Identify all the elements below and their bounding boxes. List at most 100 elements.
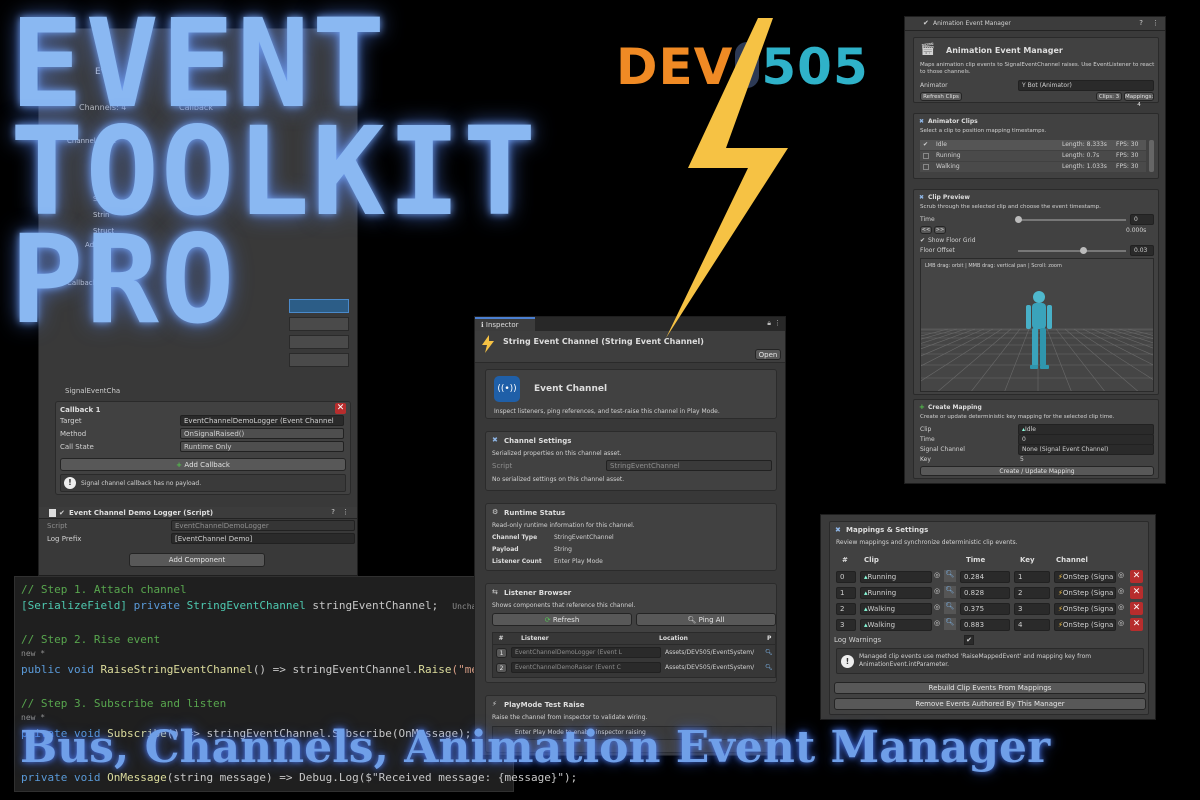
open-button[interactable]: Open — [755, 349, 781, 360]
slider-knob[interactable] — [1079, 247, 1087, 254]
ping-icon[interactable]: 🔍︎ — [765, 649, 773, 656]
clip-field[interactable]: ▴Walking — [860, 603, 932, 615]
listener-browser-section: ⇆ Listener Browser Shows components that… — [485, 583, 777, 683]
key-field[interactable]: 4 — [1014, 619, 1050, 631]
time-field[interactable]: 0.883 — [960, 619, 1010, 631]
code-line: public void RaiseStringEventChannel() =>… — [21, 663, 531, 676]
time-field[interactable]: 0.828 — [960, 587, 1010, 599]
clip-row[interactable]: ✔ Idle Length: 8.333s FPS: 30 — [920, 140, 1146, 150]
search-icon[interactable]: 🔍︎ — [944, 586, 956, 598]
target-icon[interactable]: ◎ — [1118, 587, 1124, 595]
table-row[interactable]: 2 EventChannelDemoRaiser (Event C Assets… — [493, 660, 775, 675]
playmode-desc: Raise the channel from inspector to vali… — [492, 714, 648, 721]
checkbox[interactable]: ✔ — [923, 140, 928, 150]
search-icon[interactable]: 🔍︎ — [944, 570, 956, 582]
clip-field[interactable]: ▴Walking — [860, 619, 932, 631]
enabled-checkbox[interactable]: ✔ — [59, 509, 65, 517]
clip-length: Length: 8.333s — [1062, 141, 1107, 148]
clapper-icon: 🎬︎ — [920, 42, 936, 56]
remove-events-button[interactable]: Remove Events Authored By This Manager — [834, 698, 1146, 710]
ping-all-button[interactable]: 🔍︎ Ping All — [636, 613, 776, 626]
clip-field[interactable]: ▴Running — [860, 587, 932, 599]
prev-button[interactable]: << — [920, 226, 932, 234]
search-icon[interactable]: 🔍︎ — [944, 602, 956, 614]
delete-mapping-button[interactable]: ✕ — [1130, 570, 1143, 583]
ping-icon[interactable]: 🔍︎ — [765, 664, 773, 671]
delete-callback-button[interactable]: ✕ — [335, 403, 346, 414]
more-icon[interactable]: ⋮ — [1152, 19, 1159, 27]
channel-field[interactable]: ⚡OnStep (Signa — [1054, 619, 1116, 631]
delete-mapping-button[interactable]: ✕ — [1130, 586, 1143, 599]
time-slider[interactable] — [1015, 216, 1126, 223]
time-field[interactable]: 0 — [1130, 214, 1154, 225]
checkbox[interactable] — [923, 164, 929, 170]
log-warnings-checkbox[interactable]: ✔ — [964, 635, 974, 645]
refresh-button[interactable]: ⟳ Refresh — [492, 613, 632, 626]
callstate-dropdown[interactable]: Runtime Only — [180, 441, 344, 452]
table-row[interactable]: 1 EventChannelDemoLogger (Event L Assets… — [493, 645, 775, 660]
target-icon[interactable]: ◎ — [934, 587, 940, 595]
target-icon[interactable]: ◎ — [1118, 603, 1124, 611]
floor-offset-slider[interactable] — [1018, 247, 1126, 254]
channel-field[interactable]: ⚡OnStep (Signa — [1054, 587, 1116, 599]
search-icon[interactable]: 🔍︎ — [944, 618, 956, 630]
refresh-label: Refresh — [552, 616, 580, 624]
time-field[interactable]: 0.284 — [960, 571, 1010, 583]
channel-field[interactable]: ⚡OnStep (Signa — [1054, 603, 1116, 615]
callback-tab[interactable] — [289, 335, 349, 349]
clip-fps: FPS: 30 — [1116, 141, 1139, 148]
script-label: Script — [47, 522, 68, 530]
channel-field[interactable]: ⚡OnStep (Signa — [1054, 571, 1116, 583]
floor-offset-field[interactable]: 0.03 — [1130, 245, 1154, 256]
code-comment: // Step 2. Rise event — [21, 633, 161, 646]
clip-field[interactable]: ▴Running — [860, 571, 932, 583]
mappings-desc: Review mappings and synchronize determin… — [836, 539, 1018, 546]
animator-field[interactable]: Y Bot (Animator) — [1018, 80, 1154, 91]
target-icon[interactable]: ◎ — [1118, 619, 1124, 627]
floor-grid-checkbox[interactable]: ✔ — [920, 237, 925, 244]
mapping-row[interactable]: 3 ▴Walking ◎ 🔍︎ 0.883 4 ⚡OnStep (Signa ◎ ✕ — [836, 618, 1146, 632]
mapping-row[interactable]: 0 ▴Running ◎ 🔍︎ 0.284 1 ⚡OnStep (Signa ◎ ✕ — [836, 570, 1146, 584]
settings-title: Channel Settings — [504, 437, 572, 445]
callback-tab[interactable] — [289, 353, 349, 367]
clips-scrollbar[interactable] — [1149, 140, 1154, 172]
add-callback-button[interactable]: + Add Callback — [60, 458, 346, 471]
component-header[interactable]: ✔ Event Channel Demo Logger (Script) ? ⋮ — [39, 507, 357, 519]
key-field[interactable]: 3 — [1014, 603, 1050, 615]
target-icon[interactable]: ◎ — [934, 571, 940, 579]
clip-row[interactable]: Running Length: 0.7s FPS: 30 — [920, 151, 1146, 161]
info-text: Signal channel callback has no payload. — [81, 480, 202, 487]
add-component-button[interactable]: Add Component — [129, 553, 265, 567]
code-comment: // Step 1. Attach channel — [21, 583, 187, 596]
target-icon[interactable]: ◎ — [934, 603, 940, 611]
target-icon[interactable]: ◎ — [1118, 571, 1124, 579]
rt-value: StringEventChannel — [554, 534, 614, 541]
help-icon[interactable]: ? — [1139, 19, 1143, 27]
ctime-label: Time — [920, 436, 935, 443]
time-field[interactable]: 0.375 — [960, 603, 1010, 615]
key-field[interactable]: 2 — [1014, 587, 1050, 599]
rebuild-button[interactable]: Rebuild Clip Events From Mappings — [834, 682, 1146, 694]
key-field[interactable]: 1 — [1014, 571, 1050, 583]
delete-mapping-button[interactable]: ✕ — [1130, 602, 1143, 615]
prefix-field[interactable]: [EventChannel Demo] — [171, 533, 355, 544]
slider-knob[interactable] — [1015, 216, 1022, 223]
runtime-title: Runtime Status — [504, 509, 566, 517]
help-icon[interactable]: ? — [331, 508, 335, 516]
channel-field[interactable]: None (Signal Event Channel) — [1018, 444, 1154, 455]
mappings-icon: ✖ — [835, 526, 841, 534]
method-dropdown[interactable]: OnSignalRaised() — [180, 428, 344, 439]
mapping-row[interactable]: 1 ▴Running ◎ 🔍︎ 0.828 2 ⚡OnStep (Signa ◎ ✕ — [836, 586, 1146, 600]
more-icon[interactable]: ⋮ — [342, 508, 349, 516]
clip-row[interactable]: Walking Length: 1.033s FPS: 30 — [920, 162, 1146, 172]
create-update-button[interactable]: Create / Update Mapping — [920, 466, 1154, 476]
checkbox[interactable] — [923, 153, 929, 159]
preview-viewport[interactable]: LMB drag: orbit | MMB drag: vertical pan… — [920, 258, 1154, 392]
next-button[interactable]: >> — [934, 226, 946, 234]
delete-mapping-button[interactable]: ✕ — [1130, 618, 1143, 631]
refresh-clips-button[interactable]: Refresh Clips — [920, 92, 962, 101]
enabled-checkbox[interactable]: ✔ — [923, 19, 929, 27]
target-icon[interactable]: ◎ — [934, 619, 940, 627]
target-field[interactable]: EventChannelDemoLogger (Event Channel — [180, 415, 344, 426]
mapping-row[interactable]: 2 ▴Walking ◎ 🔍︎ 0.375 3 ⚡OnStep (Signa ◎ ✕ — [836, 602, 1146, 616]
